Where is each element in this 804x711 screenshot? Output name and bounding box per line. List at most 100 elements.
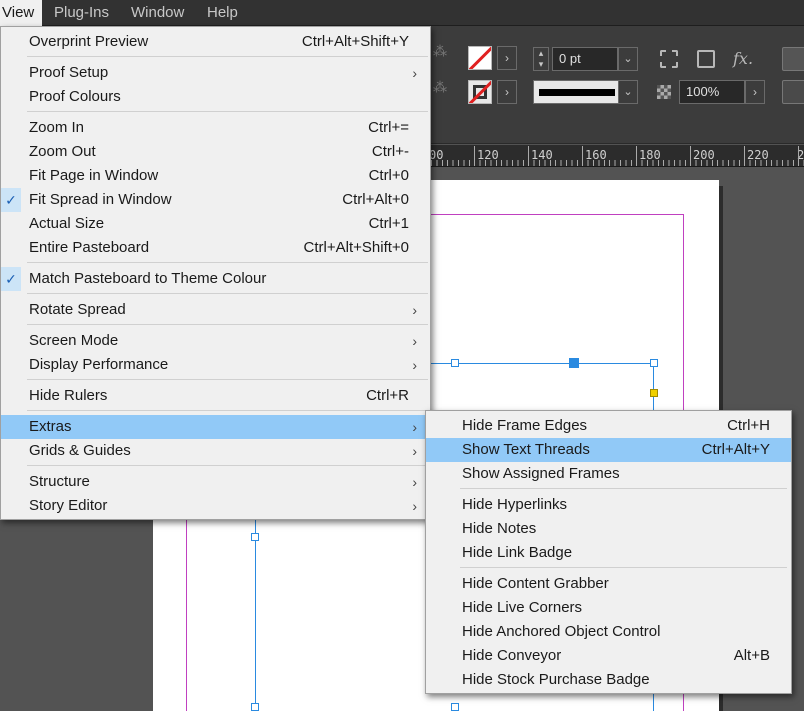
menu-separator [27,410,428,411]
menu-item-extras[interactable]: Extras › [1,415,430,439]
stroke-type-selector[interactable] [533,80,619,104]
menu-item-hide-hyperlinks[interactable]: Hide Hyperlinks [426,493,791,517]
panel-menu-button[interactable] [782,47,804,71]
menu-item-label: Hide Live Corners [462,599,583,616]
menu-item-shortcut: Ctrl+R [366,387,409,404]
stroke-type-preview [539,89,615,96]
submenu-arrow-icon: › [412,419,417,435]
opacity-icon [657,85,671,99]
menu-item-show-text-threads[interactable]: Show Text Threads Ctrl+Alt+Y [426,438,791,462]
frame-handle[interactable] [251,703,259,711]
frame-fitting-icon[interactable] [697,50,715,68]
menu-item-screen-mode[interactable]: Screen Mode › [1,329,430,353]
corner-options-icon[interactable] [660,50,678,68]
ruler-minor-ticks [431,160,804,166]
menu-item-label: Hide Link Badge [462,544,573,561]
stroke-weight-field[interactable]: 0 pt [552,47,618,71]
opacity-arrow-button[interactable]: › [745,80,765,104]
menu-item-label: Hide Stock Purchase Badge [462,671,650,688]
checkmark-icon: ✓ [1,267,21,291]
menu-separator [27,324,428,325]
menu-separator [27,379,428,380]
stroke-swatch[interactable] [468,80,492,104]
menu-item-shortcut: Ctrl+Alt+Y [701,441,770,458]
submenu-arrow-icon: › [412,443,417,459]
extras-submenu: Hide Frame Edges Ctrl+H Show Text Thread… [425,410,792,694]
menu-item-hide-live-corners[interactable]: Hide Live Corners [426,596,791,620]
menu-help[interactable]: Help [199,0,246,26]
menu-item-hide-conveyor[interactable]: Hide Conveyor Alt+B [426,644,791,668]
menu-item-shortcut: Ctrl+- [371,143,409,160]
stroke-weight-stepper[interactable]: ▴ ▾ [533,47,549,71]
menu-item-label: Show Text Threads [462,441,590,458]
menu-item-hide-rulers[interactable]: Hide Rulers Ctrl+R [1,384,430,408]
fill-swatch[interactable] [468,46,492,70]
opacity-field[interactable]: 100% [679,80,745,104]
menu-item-label: Zoom Out [29,143,96,160]
checkmark-icon: ✓ [1,188,21,212]
menu-bar: View Plug-Ins Window Help [0,0,804,26]
menu-item-label: Rotate Spread [29,301,126,318]
stroke-swatch-arrow-button[interactable]: › [497,80,517,104]
stroke-weight-dropdown[interactable]: ⌄ [618,47,638,71]
menu-plug-ins[interactable]: Plug-Ins [46,0,117,26]
more-options-button[interactable] [782,80,804,104]
menu-item-label: Extras [29,418,72,435]
menu-item-overprint-preview[interactable]: Overprint Preview Ctrl+Alt+Shift+Y [1,30,430,54]
stroke-type-dropdown[interactable]: ⌄ [618,80,638,104]
menu-item-match-pasteboard[interactable]: ✓ Match Pasteboard to Theme Colour [1,267,430,291]
menu-item-label: Overprint Preview [29,33,149,50]
menu-item-rotate-spread[interactable]: Rotate Spread › [1,298,430,322]
menu-item-label: Display Performance [29,356,169,373]
menu-item-structure[interactable]: Structure › [1,470,430,494]
frame-handle[interactable] [451,359,459,367]
frame-handle[interactable] [650,359,658,367]
menu-item-grids-guides[interactable]: Grids & Guides › [1,439,430,463]
menu-item-hide-frame-edges[interactable]: Hide Frame Edges Ctrl+H [426,414,791,438]
menu-item-label: Hide Notes [462,520,537,537]
submenu-arrow-icon: › [412,302,417,318]
menu-item-shortcut: Ctrl+H [727,417,770,434]
menu-item-label: Hide Content Grabber [462,575,609,592]
frame-handle[interactable] [451,703,459,711]
menu-item-zoom-out[interactable]: Zoom Out Ctrl+- [1,140,430,164]
menu-item-label: Fit Page in Window [29,167,159,184]
menu-item-label: Actual Size [29,215,105,232]
menu-item-label: Show Assigned Frames [462,465,620,482]
menu-item-zoom-in[interactable]: Zoom In Ctrl+= [1,116,430,140]
menu-item-label: Hide Anchored Object Control [462,623,661,640]
text-out-port[interactable] [650,389,658,397]
submenu-arrow-icon: › [412,333,417,349]
menu-item-proof-setup[interactable]: Proof Setup › [1,61,430,85]
frame-handle[interactable] [251,533,259,541]
menu-item-actual-size[interactable]: Actual Size Ctrl+1 [1,212,430,236]
menu-item-shortcut: Ctrl+Alt+0 [342,191,409,208]
menu-item-proof-colours[interactable]: Proof Colours [1,85,430,109]
menu-item-story-editor[interactable]: Story Editor › [1,494,430,518]
menu-item-label: Screen Mode [29,332,119,349]
fill-swatch-arrow-button[interactable]: › [497,46,517,70]
menu-item-hide-anchored-object-control[interactable]: Hide Anchored Object Control [426,620,791,644]
menu-item-hide-link-badge[interactable]: Hide Link Badge [426,541,791,565]
menu-window[interactable]: Window [123,0,192,26]
menu-item-fit-spread-in-window[interactable]: ✓ Fit Spread in Window Ctrl+Alt+0 [1,188,430,212]
frame-handle-selected[interactable] [569,358,579,368]
menu-item-fit-page-in-window[interactable]: Fit Page in Window Ctrl+0 [1,164,430,188]
menu-item-label: Story Editor [29,497,108,514]
distribute-icon[interactable]: ⁂ [433,80,447,96]
menu-view[interactable]: View [0,0,43,26]
menu-item-label: Grids & Guides [29,442,131,459]
menu-item-show-assigned-frames[interactable]: Show Assigned Frames [426,462,791,486]
menu-separator [27,465,428,466]
reference-point-icon[interactable]: ⁂ [433,44,447,60]
menu-separator [27,56,428,57]
view-menu-dropdown: Overprint Preview Ctrl+Alt+Shift+Y Proof… [0,26,431,520]
menu-item-display-performance[interactable]: Display Performance › [1,353,430,377]
menu-item-hide-content-grabber[interactable]: Hide Content Grabber [426,572,791,596]
menu-item-hide-stock-purchase-badge[interactable]: Hide Stock Purchase Badge [426,668,791,692]
menu-item-label: Hide Hyperlinks [462,496,568,513]
menu-item-shortcut: Ctrl+Alt+Shift+0 [303,239,409,256]
menu-item-entire-pasteboard[interactable]: Entire Pasteboard Ctrl+Alt+Shift+0 [1,236,430,260]
effects-icon[interactable]: fx. [733,49,753,68]
menu-item-hide-notes[interactable]: Hide Notes [426,517,791,541]
